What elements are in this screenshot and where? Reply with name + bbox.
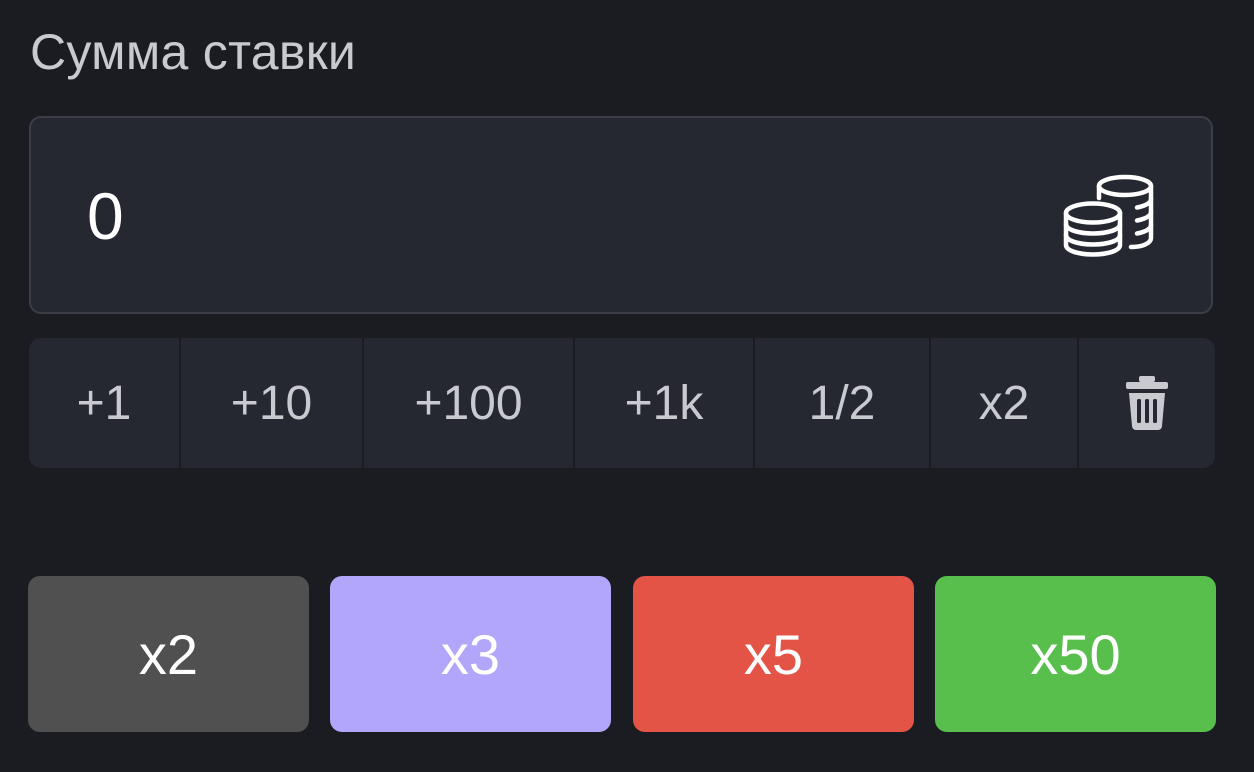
bet-amount-title: Сумма ставки [30, 24, 357, 80]
multiplier-x2-button[interactable]: x2 [28, 576, 309, 732]
add-1k-button[interactable]: +1k [575, 338, 755, 468]
coins-icon [1063, 174, 1154, 257]
add-1-button[interactable]: +1 [29, 338, 181, 468]
bet-amount-input[interactable]: 0 [87, 178, 987, 254]
clear-button[interactable] [1079, 338, 1215, 468]
multiplier-x50-button[interactable]: x50 [935, 576, 1216, 732]
add-10-button[interactable]: +10 [181, 338, 364, 468]
double-button[interactable]: x2 [931, 338, 1079, 468]
bet-amount-field[interactable]: 0 [29, 116, 1213, 314]
half-button[interactable]: 1/2 [755, 338, 931, 468]
multiplier-x5-button[interactable]: x5 [633, 576, 914, 732]
multiplier-x3-button[interactable]: x3 [330, 576, 611, 732]
quick-amount-buttons: +1 +10 +100 +1k 1/2 x2 [29, 338, 1215, 468]
add-100-button[interactable]: +100 [364, 338, 575, 468]
trash-icon [1126, 376, 1168, 430]
